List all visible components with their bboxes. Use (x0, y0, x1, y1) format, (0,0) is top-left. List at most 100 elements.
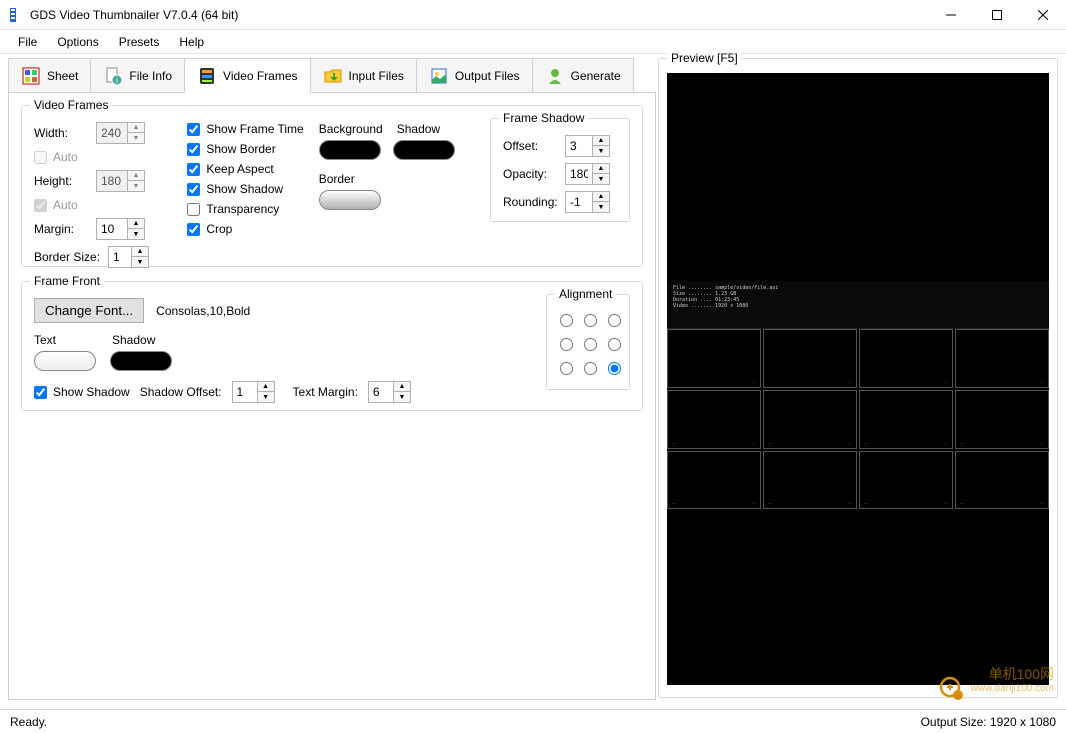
preview-image[interactable]: File ........ sample/video/file.aviSize … (667, 73, 1049, 685)
menu-file[interactable]: File (8, 33, 47, 51)
rounding-label: Rounding: (503, 195, 565, 209)
alignment-legend: Alignment (555, 287, 616, 301)
font-show-shadow-checkbox[interactable] (34, 386, 47, 399)
margin-input[interactable] (97, 222, 127, 236)
rounding-up[interactable]: ▲ (593, 192, 609, 202)
tab-inputfiles[interactable]: Input Files (310, 58, 417, 92)
opacity-up[interactable]: ▲ (593, 164, 609, 174)
videoframes-icon (197, 66, 217, 86)
bordersize-up[interactable]: ▲ (132, 247, 148, 257)
tab-sheet-label: Sheet (47, 69, 78, 83)
menu-options[interactable]: Options (47, 33, 108, 51)
status-left: Ready. (10, 715, 47, 729)
rounding-input[interactable] (566, 195, 592, 209)
minimize-button[interactable] (928, 0, 974, 30)
text-margin-down[interactable]: ▼ (394, 392, 410, 402)
offset-up[interactable]: ▲ (593, 136, 609, 146)
bordersize-spinner[interactable]: ▲▼ (108, 246, 149, 268)
border-color-label: Border (319, 172, 355, 186)
bordersize-input[interactable] (109, 250, 131, 264)
width-label: Width: (34, 126, 96, 140)
shadow-color-label: Shadow (397, 122, 440, 136)
align-tc[interactable] (584, 314, 597, 327)
text-margin-input[interactable] (369, 385, 393, 399)
offset-input[interactable] (566, 139, 592, 153)
tab-generate[interactable]: Generate (532, 58, 634, 92)
margin-up[interactable]: ▲ (128, 219, 144, 229)
border-color-swatch[interactable] (319, 190, 381, 210)
align-tr[interactable] (608, 314, 621, 327)
alignment-group: Alignment (546, 294, 630, 390)
preview-header-text: File ........ sample/video/file.aviSize … (667, 281, 1049, 329)
rounding-spinner[interactable]: ▲▼ (565, 191, 610, 213)
shadow-offset-up[interactable]: ▲ (258, 382, 274, 392)
text-margin-up[interactable]: ▲ (394, 382, 410, 392)
font-show-shadow-label: Show Shadow (53, 385, 130, 399)
menu-presets[interactable]: Presets (109, 33, 170, 51)
tabstrip: Sheet i File Info Video Frames Input Fil… (8, 58, 656, 92)
tab-sheet[interactable]: Sheet (8, 58, 91, 92)
crop-label: Crop (206, 222, 232, 236)
align-ml[interactable] (560, 338, 573, 351)
preview-cell: ···· (955, 451, 1049, 510)
align-br[interactable] (608, 362, 621, 375)
generate-icon (545, 66, 565, 86)
show-frame-time-label: Show Frame Time (206, 122, 303, 136)
height-auto-label: Auto (53, 198, 78, 212)
alignment-radio-grid (555, 309, 621, 379)
tab-outputfiles[interactable]: Output Files (416, 58, 533, 92)
preview-cell: ···· (763, 451, 857, 510)
tab-fileinfo[interactable]: i File Info (90, 58, 185, 92)
frame-shadow-group: Frame Shadow Offset: ▲▼ Opacity: ▲▼ (490, 118, 630, 222)
text-shadow-color-swatch[interactable] (110, 351, 172, 371)
opacity-input[interactable] (566, 167, 592, 181)
offset-down[interactable]: ▼ (593, 146, 609, 156)
tab-videoframes[interactable]: Video Frames (184, 58, 310, 93)
shadow-color-swatch[interactable] (393, 140, 455, 160)
video-frames-group: Video Frames Width: ▲▼ Auto Height: (21, 105, 643, 267)
text-margin-spinner[interactable]: ▲▼ (368, 381, 411, 403)
transparency-label: Transparency (206, 202, 279, 216)
height-down: ▼ (128, 181, 144, 191)
keep-aspect-checkbox[interactable] (187, 163, 200, 176)
frame-font-group: Frame Front Change Font... Consolas,10,B… (21, 281, 643, 411)
align-bc[interactable] (584, 362, 597, 375)
opacity-down[interactable]: ▼ (593, 174, 609, 184)
text-color-swatch[interactable] (34, 351, 96, 371)
show-border-checkbox[interactable] (187, 143, 200, 156)
shadow-offset-input[interactable] (233, 385, 257, 399)
preview-cell: ···· (667, 451, 761, 510)
offset-spinner[interactable]: ▲▼ (565, 135, 610, 157)
transparency-checkbox[interactable] (187, 203, 200, 216)
show-shadow-checkbox[interactable] (187, 183, 200, 196)
align-mc[interactable] (584, 338, 597, 351)
rounding-down[interactable]: ▼ (593, 202, 609, 212)
height-spinner: ▲▼ (96, 170, 145, 192)
bordersize-down[interactable]: ▼ (132, 257, 148, 267)
titlebar: GDS Video Thumbnailer V7.0.4 (64 bit) (0, 0, 1066, 30)
margin-spinner[interactable]: ▲▼ (96, 218, 145, 240)
menubar: File Options Presets Help (0, 30, 1066, 54)
tab-videoframes-label: Video Frames (223, 69, 297, 83)
align-tl[interactable] (560, 314, 573, 327)
bordersize-label: Border Size: (34, 250, 108, 264)
background-color-swatch[interactable] (319, 140, 381, 160)
window-controls (928, 0, 1066, 30)
maximize-button[interactable] (974, 0, 1020, 30)
video-frames-legend: Video Frames (30, 98, 112, 112)
height-label: Height: (34, 174, 96, 188)
crop-checkbox[interactable] (187, 223, 200, 236)
height-up: ▲ (128, 171, 144, 181)
shadow-offset-down[interactable]: ▼ (258, 392, 274, 402)
margin-down[interactable]: ▼ (128, 229, 144, 239)
close-button[interactable] (1020, 0, 1066, 30)
shadow-offset-spinner[interactable]: ▲▼ (232, 381, 275, 403)
preview-cell: ···· (859, 390, 953, 449)
show-frame-time-checkbox[interactable] (187, 123, 200, 136)
menu-help[interactable]: Help (169, 33, 214, 51)
align-mr[interactable] (608, 338, 621, 351)
opacity-spinner[interactable]: ▲▼ (565, 163, 610, 185)
change-font-button[interactable]: Change Font... (34, 298, 144, 323)
width-up: ▲ (128, 123, 144, 133)
align-bl[interactable] (560, 362, 573, 375)
